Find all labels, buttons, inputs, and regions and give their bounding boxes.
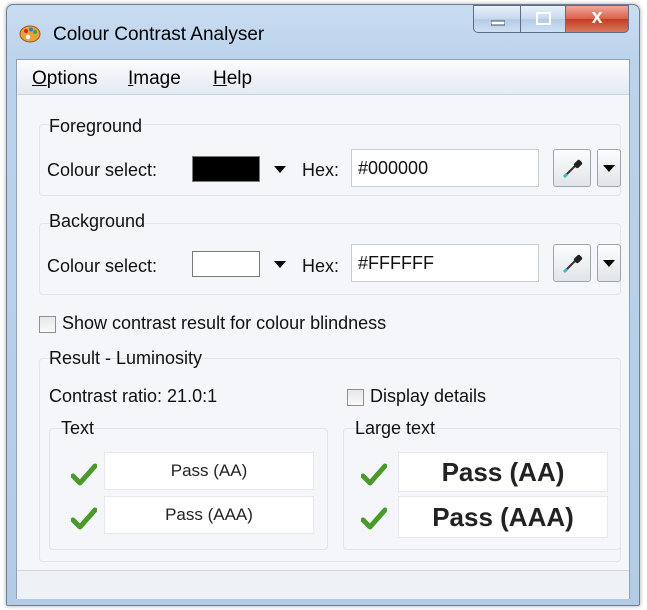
large-text-aaa-result: Pass (AAA) xyxy=(398,496,608,538)
close-icon: x xyxy=(591,5,603,28)
chevron-down-icon xyxy=(603,165,615,172)
title-bar[interactable]: Colour Contrast Analyser x xyxy=(7,5,639,59)
status-bar xyxy=(17,570,629,599)
text-aa-result: Pass (AA) xyxy=(104,452,314,490)
fg-colour-dropdown-arrow[interactable] xyxy=(274,166,286,173)
background-label: Background xyxy=(49,211,146,231)
fg-options-dropdown-button[interactable] xyxy=(597,149,621,187)
menu-image[interactable]: Image xyxy=(128,68,181,90)
checkmark-icon xyxy=(361,463,387,486)
checkmark-icon xyxy=(71,463,97,486)
close-button[interactable]: x xyxy=(565,5,629,33)
bg-colour-dropdown-arrow[interactable] xyxy=(274,261,286,268)
maximize-icon xyxy=(536,12,551,25)
maximize-button[interactable] xyxy=(520,5,566,33)
eyedropper-icon xyxy=(562,254,583,274)
bg-eyedropper-button[interactable] xyxy=(553,244,591,282)
app-palette-icon xyxy=(19,25,41,43)
app-window: Colour Contrast Analyser x Options Image… xyxy=(6,4,640,606)
display-details-checkbox[interactable] xyxy=(347,389,364,406)
menu-options[interactable]: Options xyxy=(32,68,97,90)
client-area: Options Image Help Foreground Colour sel… xyxy=(16,59,630,599)
menu-help[interactable]: Help xyxy=(213,68,252,90)
large-text-label: Large text xyxy=(355,418,436,438)
bg-colour-swatch[interactable] xyxy=(192,251,260,277)
fg-hex-label: Hex: xyxy=(302,160,340,180)
text-aaa-result: Pass (AAA) xyxy=(104,496,314,534)
foreground-label: Foreground xyxy=(49,116,143,136)
bg-colour-select-label: Colour select: xyxy=(47,256,158,276)
bg-options-dropdown-button[interactable] xyxy=(597,244,621,282)
fg-colour-swatch[interactable] xyxy=(192,156,260,182)
fg-eyedropper-button[interactable] xyxy=(553,149,591,187)
text-label: Text xyxy=(61,418,95,438)
checkmark-icon xyxy=(71,507,97,530)
display-details-label[interactable]: Display details xyxy=(370,386,486,407)
minimize-icon xyxy=(491,20,505,26)
fg-hex-input[interactable] xyxy=(351,149,539,187)
colour-blindness-checkbox[interactable] xyxy=(39,316,56,333)
minimize-button[interactable] xyxy=(473,5,521,33)
colour-blindness-label[interactable]: Show contrast result for colour blindnes… xyxy=(62,313,386,334)
chevron-down-icon xyxy=(603,260,615,267)
eyedropper-icon xyxy=(562,159,583,179)
window-title: Colour Contrast Analyser xyxy=(53,24,265,45)
bg-hex-input[interactable] xyxy=(351,244,539,282)
result-luminosity-label: Result - Luminosity xyxy=(49,348,203,368)
contrast-ratio-text: Contrast ratio: 21.0:1 xyxy=(49,386,218,406)
menu-bar: Options Image Help xyxy=(17,60,629,95)
checkmark-icon xyxy=(361,507,387,530)
bg-hex-label: Hex: xyxy=(302,256,340,276)
large-text-aa-result: Pass (AA) xyxy=(398,452,608,492)
fg-colour-select-label: Colour select: xyxy=(47,160,158,180)
